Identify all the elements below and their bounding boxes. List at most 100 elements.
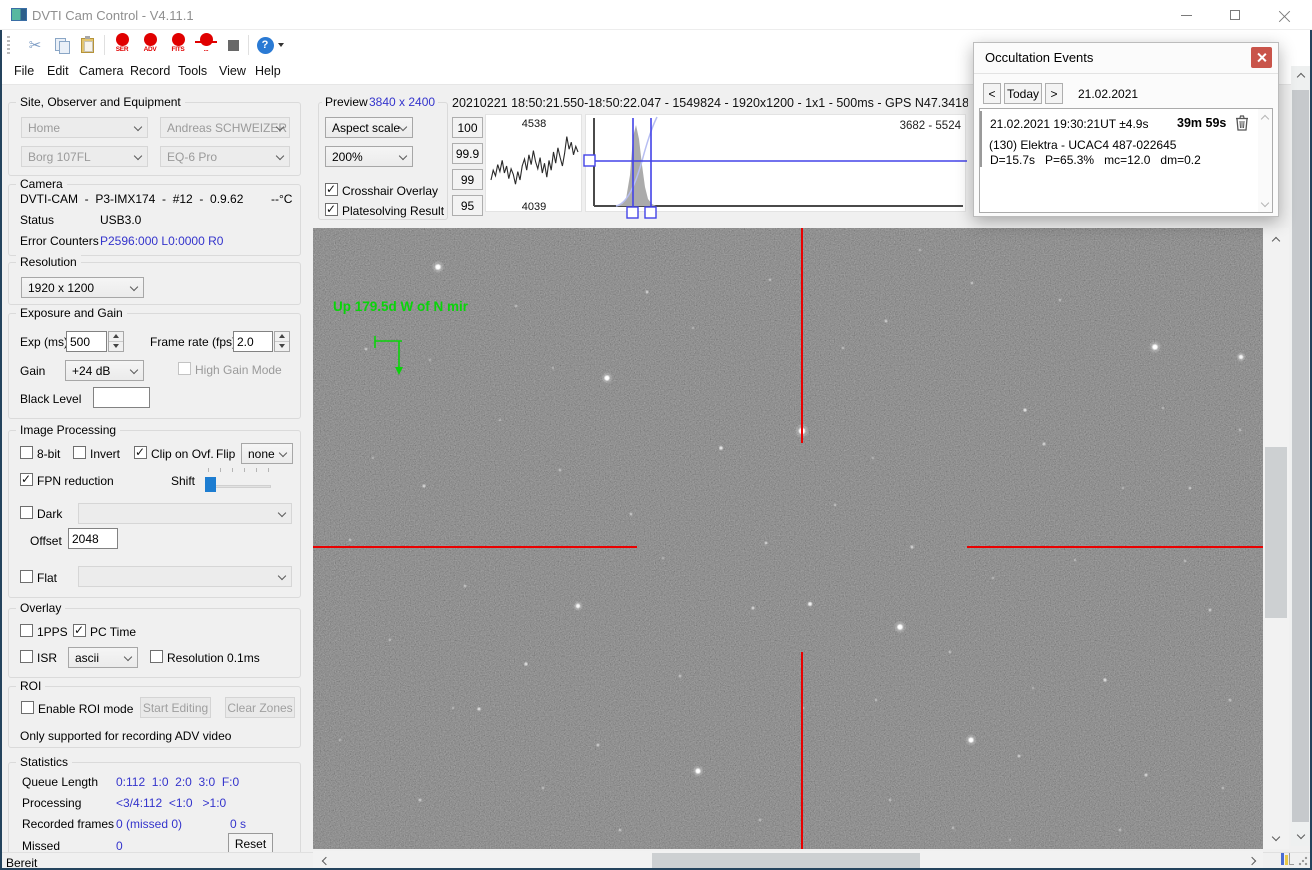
1pps-checkbox[interactable] xyxy=(20,624,33,637)
event-list-item[interactable]: 21.02.2021 19:30:21UT ±4.9s 39m 59s (130… xyxy=(980,109,1260,171)
help-button[interactable]: ? xyxy=(254,33,276,57)
scroll-down-arrow[interactable] xyxy=(1256,194,1273,211)
record-adv-button[interactable]: ADV xyxy=(138,33,162,58)
menu-camera[interactable]: Camera xyxy=(79,64,123,78)
scroll-up-arrow[interactable] xyxy=(1256,110,1273,127)
chevron-down-icon xyxy=(123,652,133,662)
8bit-label: 8-bit xyxy=(37,447,61,461)
dark-select[interactable] xyxy=(78,503,292,524)
cursor-low-handle[interactable] xyxy=(626,206,639,219)
gain-select[interactable]: +24 dB xyxy=(65,360,144,381)
isr-mode-select[interactable]: ascii xyxy=(68,647,138,668)
record-sequence-button[interactable]: ... xyxy=(194,33,218,58)
mount-select[interactable]: EQ-6 Pro xyxy=(160,146,290,167)
invert-checkbox[interactable] xyxy=(73,446,86,459)
event-list-scrollbar[interactable] xyxy=(1258,109,1272,212)
stop-button[interactable] xyxy=(222,33,244,57)
fps-input[interactable] xyxy=(233,331,273,352)
pctime-checkbox[interactable] xyxy=(73,623,86,637)
flat-select[interactable] xyxy=(78,566,292,587)
scroll-left-arrow[interactable] xyxy=(317,852,334,869)
flip-select[interactable]: none xyxy=(241,443,293,464)
occultation-close-button[interactable] xyxy=(1251,47,1272,68)
starfield-image: Up 179.5d W of N mir xyxy=(313,228,1263,849)
record-ser-button[interactable]: SER xyxy=(110,33,134,58)
app-vscrollbar[interactable] xyxy=(1291,66,1310,846)
zoom-select[interactable]: 200% xyxy=(325,146,413,167)
menu-edit[interactable]: Edit xyxy=(47,64,69,78)
shift-slider-handle[interactable] xyxy=(205,477,216,492)
menu-help[interactable]: Help xyxy=(255,64,281,78)
roi-enable-label: Enable ROI mode xyxy=(38,702,134,716)
exp-input[interactable] xyxy=(66,331,107,352)
isr-checkbox[interactable] xyxy=(20,650,33,663)
help-dropdown[interactable] xyxy=(276,33,286,57)
toolbar-grip[interactable] xyxy=(7,36,10,54)
observer-select[interactable]: Andreas SCHWEIZER xyxy=(160,117,290,138)
start-editing-button[interactable]: Start Editing xyxy=(140,697,211,718)
trash-icon[interactable] xyxy=(1235,115,1249,131)
level-line-handle[interactable] xyxy=(583,154,596,167)
offset-input[interactable] xyxy=(68,528,118,549)
paste-icon[interactable] xyxy=(76,33,98,57)
scroll-down-arrow[interactable] xyxy=(1267,828,1284,845)
histogram-panel: 3682 - 5524 xyxy=(583,114,967,219)
cursor-high-handle[interactable] xyxy=(644,206,657,219)
dark-checkbox[interactable] xyxy=(20,506,33,519)
crosshair-checkbox[interactable] xyxy=(325,182,338,196)
image-viewport[interactable]: Up 179.5d W of N mir xyxy=(313,228,1263,849)
scroll-up-arrow[interactable] xyxy=(1292,68,1309,85)
record-fits-button[interactable]: FITS xyxy=(166,33,190,58)
offset-label: Offset xyxy=(30,534,62,548)
scale-mode-select[interactable]: Aspect scale xyxy=(325,117,413,138)
chevron-down-icon xyxy=(398,151,408,161)
minimize-button[interactable] xyxy=(1163,0,1209,30)
scroll-up-arrow[interactable] xyxy=(1267,232,1284,249)
histogram-chart: 3682 - 5524 xyxy=(583,116,967,219)
next-day-button[interactable]: > xyxy=(1045,83,1063,104)
telescope-select[interactable]: Borg 107FL xyxy=(21,146,148,167)
reset-button[interactable]: Reset xyxy=(228,833,273,854)
scroll-right-arrow[interactable] xyxy=(1243,852,1260,869)
clear-zones-button[interactable]: Clear Zones xyxy=(225,697,295,718)
divider xyxy=(974,73,1278,74)
scroll-down-arrow[interactable] xyxy=(1292,826,1309,843)
hscroll-thumb[interactable] xyxy=(652,853,920,868)
high-gain-checkbox[interactable] xyxy=(178,362,191,375)
today-button[interactable]: Today xyxy=(1004,83,1042,104)
black-level-input[interactable] xyxy=(93,387,150,408)
resize-grip[interactable] xyxy=(1298,856,1308,866)
close-button[interactable] xyxy=(1262,0,1308,30)
prev-day-button[interactable]: < xyxy=(983,83,1001,104)
fps-stepper[interactable] xyxy=(274,331,290,352)
platesolve-checkbox[interactable] xyxy=(325,202,338,216)
stat-value: 0 xyxy=(116,839,123,853)
roi-enable-checkbox[interactable] xyxy=(21,701,34,714)
menu-file[interactable]: File xyxy=(14,64,34,78)
resolution-select[interactable]: 1920 x 1200 xyxy=(21,277,144,298)
fpn-checkbox[interactable] xyxy=(20,472,33,486)
percentile-100-button[interactable]: 100 xyxy=(452,117,483,138)
percentile-95-button[interactable]: 95 xyxy=(452,195,483,216)
resolution01-checkbox[interactable] xyxy=(150,650,163,663)
copy-icon[interactable] xyxy=(50,33,72,57)
exp-stepper[interactable] xyxy=(108,331,124,352)
app-vscroll-thumb[interactable] xyxy=(1292,90,1309,822)
maximize-button[interactable] xyxy=(1212,0,1258,30)
resolution01-label: Resolution 0.1ms xyxy=(167,651,260,665)
cut-icon[interactable]: ✂ xyxy=(24,33,46,57)
vscroll-thumb[interactable] xyxy=(1265,447,1287,618)
clip-checkbox[interactable] xyxy=(134,445,147,459)
percentile-99-button[interactable]: 99 xyxy=(452,169,483,190)
menu-record[interactable]: Record xyxy=(130,64,170,78)
menu-view[interactable]: View xyxy=(219,64,246,78)
title-bar: DVTI Cam Control - V4.11.1 xyxy=(0,0,1312,30)
event-time: 21.02.2021 19:30:21UT ±4.9s xyxy=(990,117,1149,131)
site-select[interactable]: Home xyxy=(21,117,148,138)
image-vscrollbar[interactable] xyxy=(1263,228,1289,849)
chevron-down-icon xyxy=(129,282,139,292)
percentile-999-button[interactable]: 99.9 xyxy=(452,143,483,164)
flat-checkbox[interactable] xyxy=(20,570,33,583)
menu-tools[interactable]: Tools xyxy=(178,64,207,78)
8bit-checkbox[interactable] xyxy=(20,446,33,459)
